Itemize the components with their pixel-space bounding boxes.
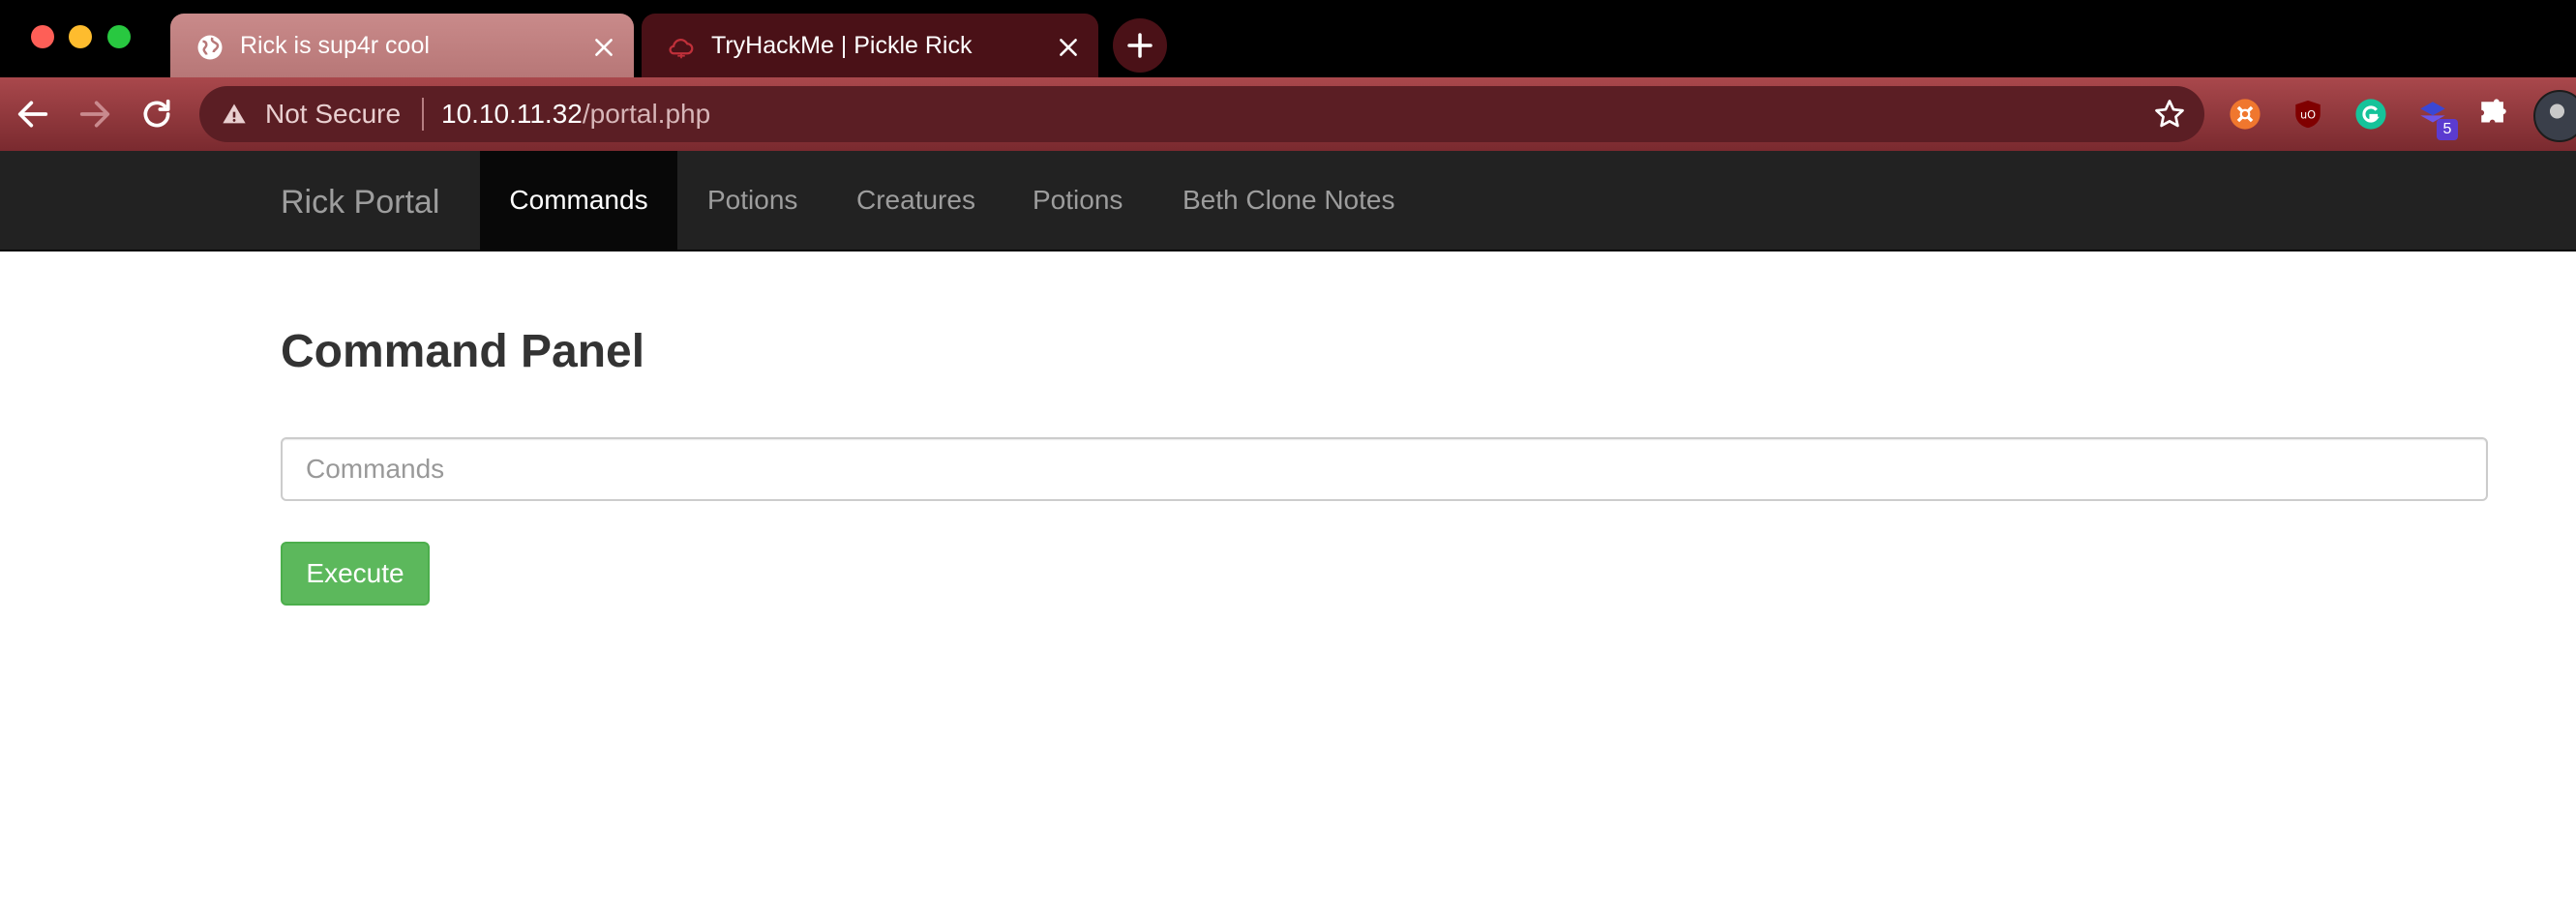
orange-extension-icon[interactable] bbox=[2229, 98, 2261, 131]
nav-item-beth-clone-notes[interactable]: Beth Clone Notes bbox=[1183, 151, 1394, 250]
window-minimize-button[interactable] bbox=[69, 25, 92, 48]
forward-arrow-icon[interactable] bbox=[75, 95, 114, 133]
ublock-origin-icon[interactable]: uO bbox=[2291, 98, 2324, 131]
url-path: /portal.php bbox=[582, 99, 711, 129]
close-icon[interactable] bbox=[591, 35, 616, 60]
browser-tab-strip: Rick is sup4r cool TryHackMe | Pickle Ri… bbox=[0, 0, 2576, 77]
back-arrow-icon[interactable] bbox=[14, 95, 52, 133]
reload-icon[interactable] bbox=[137, 95, 176, 133]
new-tab-button[interactable] bbox=[1113, 18, 1167, 73]
cloud-icon bbox=[669, 39, 694, 59]
tab-title: Rick is sup4r cool bbox=[240, 32, 430, 59]
window-close-button[interactable] bbox=[31, 25, 54, 48]
url-host: 10.10.11.32 bbox=[441, 99, 583, 129]
nav-item-potions[interactable]: Potions bbox=[707, 151, 797, 250]
navbar-brand[interactable]: Rick Portal bbox=[281, 184, 439, 222]
puzzle-extensions-icon[interactable] bbox=[2477, 98, 2510, 131]
tab-rick-is-sup4r-cool[interactable]: Rick is sup4r cool bbox=[170, 14, 634, 77]
plus-icon bbox=[1127, 33, 1153, 58]
close-icon[interactable] bbox=[1056, 35, 1081, 60]
nav-item-creatures[interactable]: Creatures bbox=[856, 151, 975, 250]
nav-item-potions-2[interactable]: Potions bbox=[1033, 151, 1123, 250]
svg-text:uO: uO bbox=[2300, 107, 2316, 121]
warning-icon[interactable] bbox=[221, 101, 248, 128]
tab-tryhackme-pickle-rick[interactable]: TryHackMe | Pickle Rick bbox=[642, 14, 1098, 77]
omnibox-divider bbox=[422, 98, 424, 131]
grammarly-icon[interactable] bbox=[2354, 98, 2387, 131]
execute-button[interactable]: Execute bbox=[281, 542, 430, 606]
bookmark-star-icon[interactable] bbox=[2152, 97, 2187, 132]
tab-title: TryHackMe | Pickle Rick bbox=[711, 32, 973, 59]
site-navbar: Rick Portal Commands Potions Creatures P… bbox=[0, 151, 2576, 251]
window-zoom-button[interactable] bbox=[107, 25, 131, 48]
command-input[interactable] bbox=[281, 437, 2488, 501]
nav-item-commands[interactable]: Commands bbox=[480, 151, 677, 250]
globe-icon bbox=[197, 35, 223, 60]
url-text[interactable]: 10.10.11.32/portal.php bbox=[441, 99, 710, 130]
extension-badge: 5 bbox=[2437, 119, 2458, 140]
security-status[interactable]: Not Secure bbox=[265, 99, 401, 130]
page-title: Command Panel bbox=[281, 326, 645, 377]
